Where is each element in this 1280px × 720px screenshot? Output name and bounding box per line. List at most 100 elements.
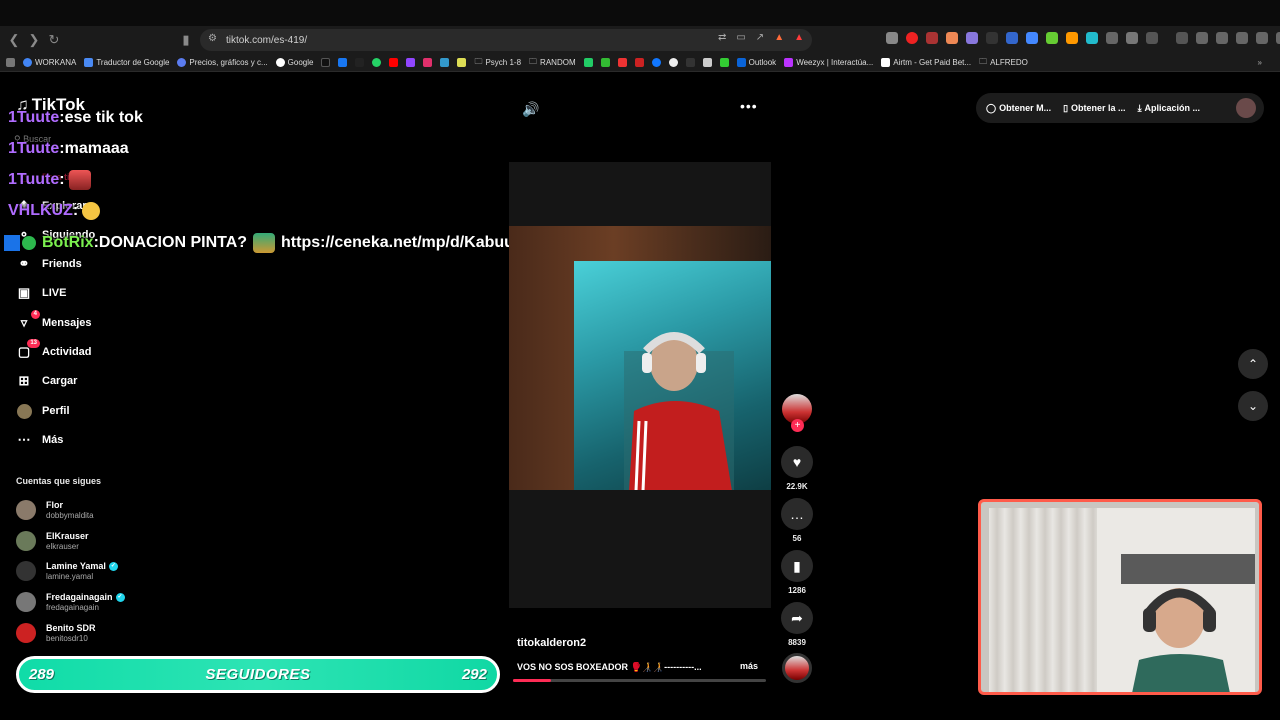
bookmark-item[interactable]: Outlook bbox=[736, 58, 776, 67]
sidebar-icon[interactable] bbox=[1196, 32, 1208, 44]
extension-icon[interactable] bbox=[986, 32, 998, 44]
bookmark-icon[interactable] bbox=[457, 58, 467, 67]
chat-message: 1Tuute : ese tik tok bbox=[8, 109, 143, 126]
address-bar[interactable]: ⚙ tiktok.com/es-419/ ⇄ ▭ ↗ ▲ ▲ bbox=[200, 29, 812, 51]
bookmark-item[interactable]: WORKANA bbox=[23, 58, 76, 67]
extension-icon[interactable] bbox=[966, 32, 978, 44]
bookmark-item[interactable]: Traductor de Google bbox=[84, 58, 169, 67]
person-in-video bbox=[624, 332, 734, 490]
youtube-bookmark-icon[interactable] bbox=[389, 58, 399, 67]
followed-account[interactable]: Benito SDR benitosdr10 bbox=[16, 620, 216, 646]
forward-icon[interactable]: ❯ bbox=[24, 30, 44, 50]
followed-account[interactable]: Fredagainagain ✓ fredagainagain bbox=[16, 589, 216, 615]
extension-icon[interactable] bbox=[1066, 32, 1078, 44]
vpn-icon[interactable] bbox=[1256, 32, 1268, 44]
extension-icon[interactable] bbox=[1146, 32, 1158, 44]
back-icon[interactable]: ❮ bbox=[4, 30, 24, 50]
extension-icon[interactable] bbox=[1086, 32, 1098, 44]
extension-icon[interactable] bbox=[1026, 32, 1038, 44]
bookmark-icon[interactable] bbox=[719, 58, 729, 67]
translate-icon[interactable]: ⇄ bbox=[718, 32, 726, 43]
bookmark-icon[interactable]: ▮ bbox=[176, 30, 196, 50]
twitch-bookmark-icon[interactable] bbox=[406, 58, 416, 67]
follow-plus-icon[interactable]: + bbox=[791, 419, 804, 432]
followers-label: SEGUIDORES bbox=[205, 666, 311, 683]
screen-icon[interactable]: ▭ bbox=[736, 32, 745, 43]
brave-rewards-icon[interactable]: ▲ bbox=[794, 32, 804, 43]
wallet-icon[interactable] bbox=[1216, 32, 1228, 44]
more-link[interactable]: más bbox=[740, 661, 758, 671]
music-icon[interactable] bbox=[1176, 32, 1188, 44]
followed-account[interactable]: Lamine Yamal ✓ lamine.yamal bbox=[16, 558, 216, 584]
reload-icon[interactable]: ↻ bbox=[44, 30, 64, 50]
avatar bbox=[16, 500, 36, 520]
puzzle-icon[interactable] bbox=[1126, 32, 1138, 44]
nav-item-perfil[interactable]: Perfil bbox=[16, 400, 196, 422]
bookmark-item[interactable]: Google bbox=[275, 58, 313, 67]
save-button[interactable]: ▮ 1286 bbox=[780, 550, 814, 595]
video-progress-bar[interactable] bbox=[513, 679, 766, 682]
activity-badge: 13 bbox=[27, 339, 40, 348]
bookmark-icon[interactable] bbox=[685, 58, 695, 67]
brave-shield-icon[interactable]: ▲ bbox=[774, 32, 784, 43]
bookmark-icon[interactable] bbox=[702, 58, 712, 67]
bookmark-icon[interactable] bbox=[440, 58, 450, 67]
emote-icon bbox=[68, 170, 91, 190]
apps-icon[interactable] bbox=[6, 58, 15, 67]
like-button[interactable]: ♥ 22.9K bbox=[780, 446, 814, 491]
tiktok-bookmark-icon[interactable] bbox=[321, 58, 331, 67]
url-text: tiktok.com/es-419/ bbox=[226, 34, 308, 46]
get-coins-button[interactable]: ◯ Obtener M... bbox=[986, 103, 1051, 114]
nav-item-mas[interactable]: ⋯ Más bbox=[16, 429, 196, 451]
bookmark-icon[interactable] bbox=[617, 58, 627, 67]
previous-video-button[interactable]: ⌃ bbox=[1238, 349, 1268, 379]
followed-account[interactable]: Flor dobbymaldita bbox=[16, 497, 216, 523]
bookmark-folder[interactable]: 🗀 ALFREDO bbox=[979, 56, 1028, 70]
nav-item-live[interactable]: ▣ LIVE bbox=[16, 282, 196, 304]
bookmark-folder[interactable]: 🗀 RANDOM bbox=[529, 56, 576, 70]
bookmark-folder[interactable]: 🗀 Psych 1-8 bbox=[474, 56, 521, 70]
video-content bbox=[574, 261, 771, 490]
share-button[interactable]: ➦ 8839 bbox=[780, 602, 814, 647]
user-avatar[interactable] bbox=[1236, 98, 1256, 118]
more-options-icon[interactable]: ••• bbox=[740, 98, 758, 114]
bookmark-item[interactable]: Airtm - Get Paid Bet... bbox=[881, 58, 971, 67]
extension-icon[interactable] bbox=[1106, 32, 1118, 44]
leo-icon[interactable] bbox=[1236, 32, 1248, 44]
bookmark-icon[interactable] bbox=[634, 58, 644, 67]
more-bookmarks-icon[interactable]: » bbox=[1258, 58, 1262, 67]
instagram-bookmark-icon[interactable] bbox=[423, 58, 433, 67]
bookmark-icon[interactable] bbox=[600, 58, 610, 67]
extension-icon[interactable] bbox=[886, 32, 898, 44]
extension-icon[interactable] bbox=[906, 32, 918, 44]
nav-item-mensajes[interactable]: ▿ 4 Mensajes bbox=[16, 310, 196, 334]
site-info-icon[interactable]: ⚙ bbox=[208, 33, 217, 44]
extension-icon[interactable] bbox=[1006, 32, 1018, 44]
followed-account[interactable]: ElKrauser elkrauser bbox=[16, 528, 216, 554]
x-bookmark-icon[interactable] bbox=[355, 58, 365, 67]
music-disc-icon[interactable] bbox=[782, 653, 812, 683]
desktop-app-button[interactable]: ⤓ Aplicación ... bbox=[1138, 103, 1201, 114]
activity-icon: ▢ 13 bbox=[16, 339, 40, 360]
nav-item-cargar[interactable]: ⊞ Cargar bbox=[16, 370, 196, 392]
bookmark-item[interactable]: Weezyx | Interactúa... bbox=[784, 58, 873, 67]
extension-icon[interactable] bbox=[946, 32, 958, 44]
get-app-button[interactable]: ▯ Obtener la ... bbox=[1063, 103, 1125, 114]
volume-icon[interactable]: 🔊 bbox=[522, 100, 540, 118]
bookmark-icon[interactable] bbox=[651, 58, 661, 67]
bookmark-icon[interactable] bbox=[668, 58, 678, 67]
video-author[interactable]: titokalderon2 bbox=[517, 637, 586, 649]
extension-icon[interactable] bbox=[926, 32, 938, 44]
menu-icon[interactable] bbox=[1276, 32, 1280, 44]
comment-button[interactable]: … 56 bbox=[780, 498, 814, 543]
whatsapp-bookmark-icon[interactable] bbox=[372, 58, 382, 67]
next-video-button[interactable]: ⌄ bbox=[1238, 391, 1268, 421]
bookmark-icon[interactable] bbox=[583, 58, 593, 67]
bookmark-item[interactable]: Precios, gráficos y c... bbox=[177, 58, 268, 67]
extensions-bar bbox=[886, 32, 1280, 44]
nav-item-actividad[interactable]: ▢ 13 Actividad bbox=[16, 339, 196, 363]
facebook-bookmark-icon[interactable] bbox=[338, 58, 348, 67]
creator-avatar[interactable]: + bbox=[780, 394, 814, 432]
extension-icon[interactable] bbox=[1046, 32, 1058, 44]
share-icon[interactable]: ↗ bbox=[756, 32, 764, 43]
